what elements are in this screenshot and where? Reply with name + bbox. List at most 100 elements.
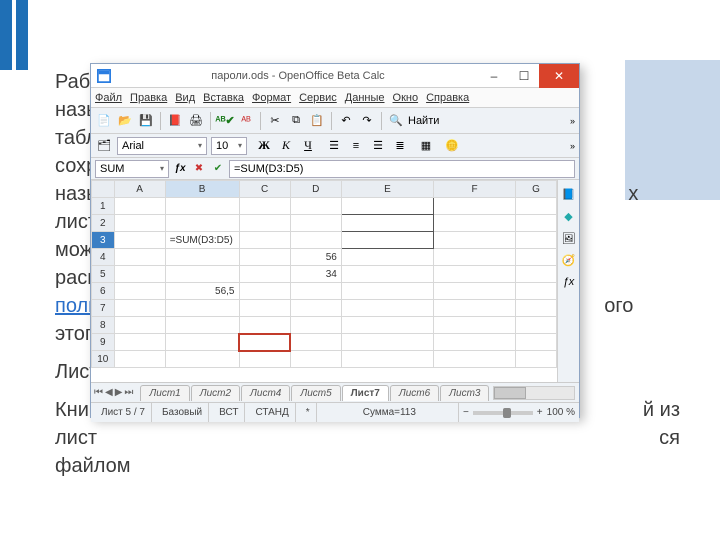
functions-panel-icon[interactable]: ƒx	[561, 274, 577, 290]
accept-formula-icon[interactable]: ✔	[210, 161, 226, 177]
name-box[interactable]: SUM▾	[95, 160, 169, 178]
cancel-formula-icon[interactable]: ✖	[191, 161, 207, 177]
cell-B6[interactable]: 56,5	[165, 283, 239, 300]
row-header[interactable]: 3	[92, 232, 115, 249]
format-toolbar: 🗂 Arial▾ 10▾ Ж К Ч ☰ ≡ ☰ ≣ ▦ 🪙 »	[91, 134, 579, 158]
minimize-button[interactable]: –	[479, 64, 509, 88]
sheet-tab[interactable]: Лист4	[241, 385, 290, 401]
menu-file[interactable]: Файл	[95, 92, 122, 104]
spellcheck-icon[interactable]: ᴬᴮ✔	[216, 112, 234, 130]
formula-bar: SUM▾ ƒx ✖ ✔ =SUM(D3:D5)	[91, 158, 579, 180]
align-right-icon[interactable]: ☰	[369, 137, 387, 155]
tab-next-icon[interactable]: ▶	[115, 387, 123, 398]
redo-icon[interactable]: ↷	[358, 112, 376, 130]
zoom-in-icon[interactable]: +	[537, 407, 543, 418]
menu-format[interactable]: Формат	[252, 92, 291, 104]
gallery-icon[interactable]: 🖼	[561, 230, 577, 246]
bold-button[interactable]: Ж	[255, 137, 273, 155]
col-header-A[interactable]: A	[114, 181, 165, 198]
cell-D5[interactable]: 34	[290, 266, 341, 283]
row-header[interactable]: 9	[92, 334, 115, 351]
font-size-combo[interactable]: 10▾	[211, 137, 247, 155]
zoom-out-icon[interactable]: −	[463, 407, 469, 418]
col-header-F[interactable]: F	[434, 181, 516, 198]
sheet-tab[interactable]: Лист1	[140, 385, 189, 401]
menu-window[interactable]: Окно	[393, 92, 419, 104]
row-header[interactable]: 6	[92, 283, 115, 300]
currency-icon[interactable]: 🪙	[443, 137, 461, 155]
horizontal-scrollbar[interactable]	[493, 386, 575, 400]
menu-insert[interactable]: Вставка	[203, 92, 244, 104]
row-header[interactable]: 2	[92, 215, 115, 232]
corner-header[interactable]	[92, 181, 115, 198]
find-icon[interactable]: 🔍	[387, 112, 405, 130]
row-header[interactable]: 10	[92, 351, 115, 368]
cell-B3[interactable]: =SUM(D3:D5)	[165, 232, 239, 249]
maximize-button[interactable]: ☐	[509, 64, 539, 88]
spreadsheet-grid[interactable]: A B C D E F G 1 2 3 =SUM(D3:D5) 4 56 5 34 6…	[91, 180, 557, 382]
status-sheet: Лист 5 / 7	[95, 403, 152, 422]
status-sum: Сумма=113	[321, 403, 459, 422]
row-header[interactable]: 7	[92, 300, 115, 317]
menu-help[interactable]: Справка	[426, 92, 469, 104]
zoom-slider[interactable]	[473, 411, 533, 415]
bg-line: й из	[643, 399, 680, 421]
col-header-G[interactable]: G	[515, 181, 556, 198]
menu-data[interactable]: Данные	[345, 92, 385, 104]
toolbar2-more-icon[interactable]: »	[570, 141, 575, 151]
font-name-combo[interactable]: Arial▾	[117, 137, 207, 155]
row-header[interactable]: 5	[92, 266, 115, 283]
underline-button[interactable]: Ч	[299, 137, 317, 155]
italic-button[interactable]: К	[277, 137, 295, 155]
cell-D4[interactable]: 56	[290, 249, 341, 266]
function-wizard-icon[interactable]: ƒx	[172, 161, 188, 177]
align-center-icon[interactable]: ≡	[347, 137, 365, 155]
col-header-C[interactable]: C	[239, 181, 290, 198]
tab-first-icon[interactable]: ⏮	[94, 387, 103, 398]
active-cell-C9[interactable]	[239, 334, 290, 351]
sheet-tab[interactable]: Лист2	[191, 385, 240, 401]
find-label[interactable]: Найти	[408, 115, 439, 127]
autospell-icon[interactable]: ᴬᴮ	[237, 112, 255, 130]
align-justify-icon[interactable]: ≣	[391, 137, 409, 155]
save-icon[interactable]: 💾	[137, 112, 155, 130]
paste-icon[interactable]: 📋	[308, 112, 326, 130]
row-header[interactable]: 4	[92, 249, 115, 266]
col-header-D[interactable]: D	[290, 181, 341, 198]
styles-panel-icon[interactable]: ◆	[561, 208, 577, 224]
tab-last-icon[interactable]: ⏭	[124, 387, 133, 398]
tab-prev-icon[interactable]: ◀	[105, 387, 113, 398]
copy-icon[interactable]: ⧉	[287, 112, 305, 130]
col-header-E[interactable]: E	[341, 181, 433, 198]
sheet-tab[interactable]: Лист5	[291, 385, 340, 401]
cut-icon[interactable]: ✂	[266, 112, 284, 130]
close-button[interactable]: ✕	[539, 64, 579, 88]
properties-icon[interactable]: 📘	[561, 186, 577, 202]
row-header[interactable]: 8	[92, 317, 115, 334]
undo-icon[interactable]: ↶	[337, 112, 355, 130]
bg-line: ся	[659, 427, 680, 449]
sheet-tab[interactable]: Лист3	[440, 385, 489, 401]
status-insert[interactable]: ВСТ	[213, 403, 245, 422]
status-style: Базовый	[156, 403, 209, 422]
titlebar[interactable]: пароли.ods - OpenOffice Beta Calc – ☐ ✕	[91, 64, 579, 88]
status-mode[interactable]: СТАНД	[249, 403, 295, 422]
export-pdf-icon[interactable]: 📕	[166, 112, 184, 130]
sheet-tab-active[interactable]: Лист7	[342, 385, 389, 401]
sheet-tab[interactable]: Лист6	[390, 385, 439, 401]
new-doc-icon[interactable]: 📄	[95, 112, 113, 130]
align-left-icon[interactable]: ☰	[325, 137, 343, 155]
menu-view[interactable]: Вид	[175, 92, 195, 104]
toolbar-more-icon[interactable]: »	[570, 116, 575, 126]
menu-tools[interactable]: Сервис	[299, 92, 337, 104]
zoom-percent[interactable]: 100 %	[547, 407, 575, 418]
row-header[interactable]: 1	[92, 198, 115, 215]
styles-icon[interactable]: 🗂	[95, 137, 113, 155]
navigator-icon[interactable]: 🧭	[561, 252, 577, 268]
open-icon[interactable]: 📂	[116, 112, 134, 130]
col-header-B[interactable]: B	[165, 181, 239, 198]
menu-edit[interactable]: Правка	[130, 92, 167, 104]
formula-input[interactable]: =SUM(D3:D5)	[229, 160, 575, 178]
print-icon[interactable]: 🖨	[187, 112, 205, 130]
merge-cells-icon[interactable]: ▦	[417, 137, 435, 155]
